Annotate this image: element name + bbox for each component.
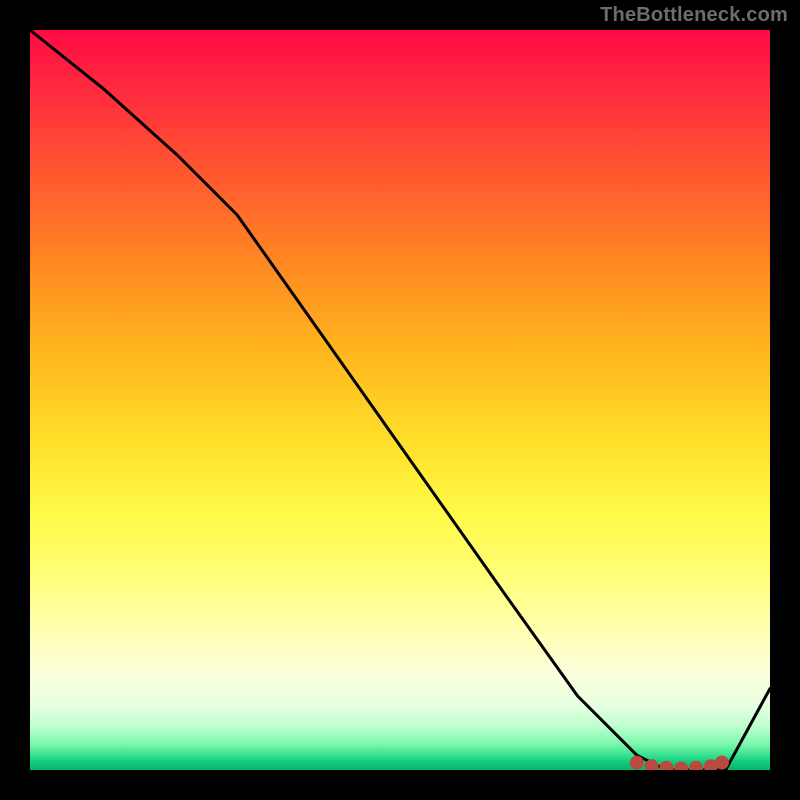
plot-area: [30, 30, 770, 770]
marker-dot: [659, 761, 673, 770]
watermark-text: TheBottleneck.com: [600, 4, 788, 27]
marker-dot: [715, 756, 729, 770]
chart-svg: [30, 30, 770, 770]
line-series: [30, 30, 770, 770]
marker-dot: [674, 762, 688, 771]
marker-dot: [630, 756, 644, 770]
chart-container: TheBottleneck.com: [0, 0, 800, 800]
marker-dot: [689, 761, 703, 770]
